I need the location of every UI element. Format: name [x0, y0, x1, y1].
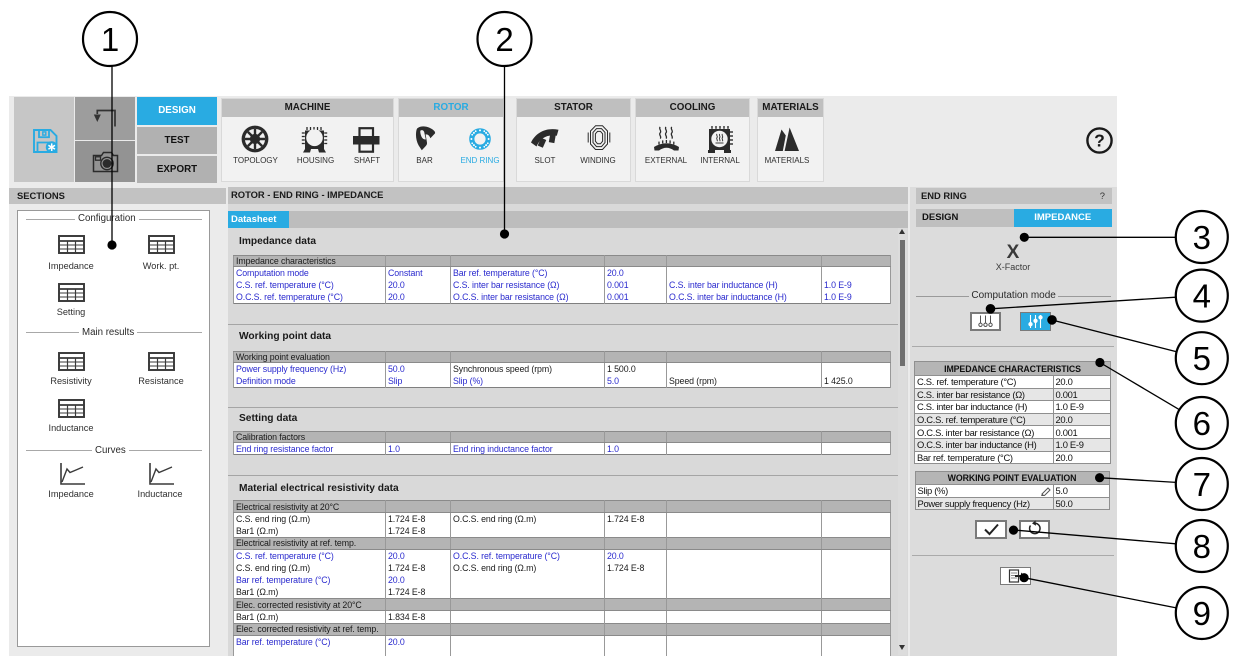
svg-text:3: 3	[1193, 219, 1211, 256]
svg-text:6: 6	[1193, 405, 1211, 442]
svg-text:7: 7	[1193, 466, 1211, 503]
svg-text:8: 8	[1193, 528, 1211, 565]
svg-text:2: 2	[495, 21, 513, 58]
svg-text:9: 9	[1193, 595, 1211, 632]
svg-text:5: 5	[1193, 340, 1211, 377]
svg-text:4: 4	[1193, 278, 1211, 315]
svg-text:1: 1	[101, 21, 119, 58]
